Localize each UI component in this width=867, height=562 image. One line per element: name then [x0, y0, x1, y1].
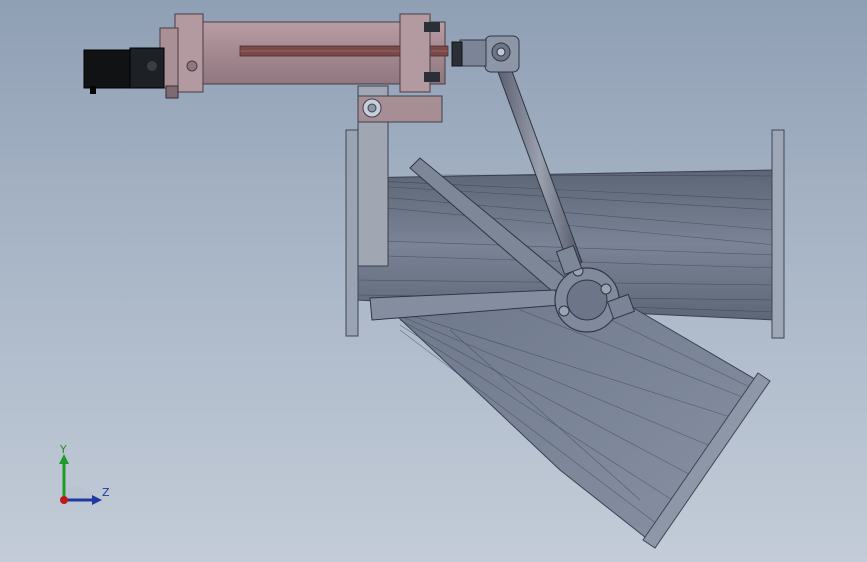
electric-actuator-motor[interactable]: [83, 47, 165, 94]
triad-labels: Y Z: [50, 440, 130, 510]
cylinder-rear-cap: [174, 13, 204, 93]
z-axis-label: Z: [102, 486, 110, 499]
tie-rod-fitting-top: [424, 22, 440, 32]
pneumatic-cylinder[interactable]: [159, 13, 449, 99]
rod-nut: [451, 41, 463, 67]
right-flange[interactable]: [771, 129, 785, 339]
cad-viewport[interactable]: [0, 0, 867, 562]
motor-body[interactable]: [83, 49, 135, 89]
rod-clevis[interactable]: [451, 35, 520, 73]
motor-gearbox[interactable]: [129, 47, 165, 89]
left-flange[interactable]: [345, 129, 359, 337]
hub-bolt-right: [600, 283, 612, 295]
tie-rod-fitting-bottom: [424, 72, 440, 82]
cylinder-port: [186, 60, 198, 72]
y-axis-label: Y: [60, 443, 67, 456]
y-pipe-body[interactable]: [345, 129, 785, 549]
hub-bolt-left: [558, 305, 570, 317]
branch-pipe-section[interactable]: [378, 299, 766, 546]
motor-connector: [90, 86, 96, 94]
